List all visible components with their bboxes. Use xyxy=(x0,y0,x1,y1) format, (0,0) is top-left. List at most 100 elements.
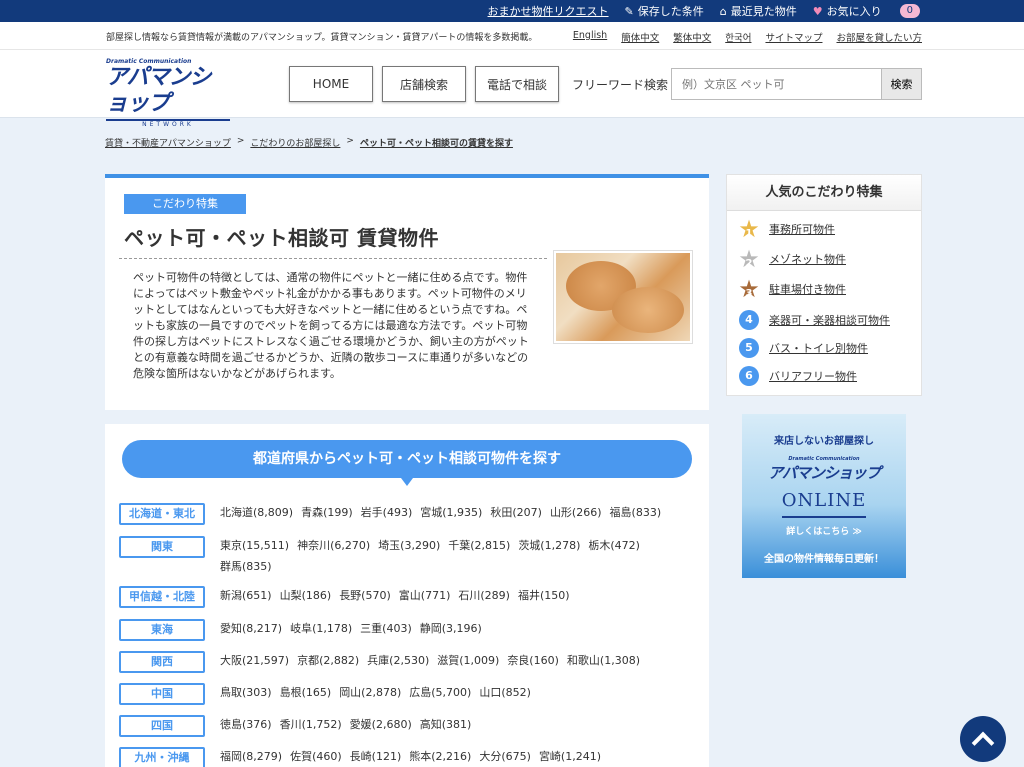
language-links: English 簡体中文 繁体中文 한국어 サイトマップ お部屋を貸したい方 xyxy=(573,30,922,44)
prefecture-link[interactable]: 岡山(2,878) xyxy=(339,682,401,703)
search-button[interactable]: 検索 xyxy=(881,69,921,99)
region-button-kanto[interactable]: 関東 xyxy=(119,536,205,558)
prefecture-link[interactable]: 滋賀(1,009) xyxy=(437,650,499,671)
prefecture-link[interactable]: 栃木(472) xyxy=(588,535,640,556)
rank-circle-icon: 5 xyxy=(737,336,761,360)
prefecture-link[interactable]: 熊本(2,216) xyxy=(409,746,471,767)
logo-tagline: Dramatic Communication xyxy=(106,58,192,65)
breadcrumb-separator-icon: > xyxy=(236,136,245,146)
rank-link-parking[interactable]: 駐車場付き物件 xyxy=(769,281,846,297)
prefecture-link[interactable]: 京都(2,882) xyxy=(297,650,359,671)
prefecture-link[interactable]: 広島(5,700) xyxy=(409,682,471,703)
home-icon: ⌂ xyxy=(719,4,727,18)
prefecture-link[interactable]: 長崎(121) xyxy=(350,746,402,767)
prefecture-link[interactable]: 岐阜(1,178) xyxy=(290,618,352,639)
prefecture-link[interactable]: 山口(852) xyxy=(479,682,531,703)
logo-network: NETWORK xyxy=(142,121,194,128)
saved-conditions-link[interactable]: ✎ 保存した条件 xyxy=(625,3,704,19)
prefecture-link[interactable]: 徳島(376) xyxy=(220,714,272,735)
breadcrumb-kodawari[interactable]: こだわりのお部屋探し xyxy=(250,136,340,149)
prefecture-link[interactable]: 島根(165) xyxy=(280,682,332,703)
freeword-search: 検索 xyxy=(671,68,922,100)
prefecture-link[interactable]: 石川(289) xyxy=(458,585,510,606)
prefecture-link[interactable]: 山梨(186) xyxy=(280,585,332,606)
sitemap-link[interactable]: サイトマップ xyxy=(765,30,822,44)
logo-wordmark: アパマンショップ xyxy=(106,65,212,116)
favorites-count-badge: 0 xyxy=(899,4,920,18)
prefecture-link[interactable]: 福島(833) xyxy=(610,502,662,523)
prefecture-link[interactable]: 大分(675) xyxy=(479,746,531,767)
prefecture-link[interactable]: 東京(15,511) xyxy=(220,535,289,556)
prefecture-link[interactable]: 長野(570) xyxy=(339,585,391,606)
prefecture-link[interactable]: 新潟(651) xyxy=(220,585,272,606)
prefecture-link[interactable]: 福井(150) xyxy=(518,585,570,606)
lang-korean-link[interactable]: 한국어 xyxy=(725,30,751,44)
rank-link-separate-bath[interactable]: バス・トイレ別物件 xyxy=(769,340,868,356)
prefecture-link[interactable]: 宮城(1,935) xyxy=(420,502,482,523)
rank-item: 5 バス・トイレ別物件 xyxy=(737,336,868,360)
breadcrumb-home[interactable]: 賃貸・不動産アパマンショップ xyxy=(105,136,231,149)
banner-detail-link: 詳しくはこちら ≫ xyxy=(786,527,862,537)
prefecture-link[interactable]: 富山(771) xyxy=(399,585,451,606)
rank-link-instrument[interactable]: 楽器可・楽器相談可物件 xyxy=(769,312,890,328)
prefecture-link[interactable]: 青森(199) xyxy=(301,502,353,523)
request-link[interactable]: おまかせ物件リクエスト xyxy=(488,3,609,19)
online-banner[interactable]: 来店しないお部屋探し Dramatic Communication アパマンショ… xyxy=(742,414,906,578)
region-row: 甲信越・北陸 新潟(651) 山梨(186) 長野(570) 富山(771) 石川(28… xyxy=(119,586,690,608)
prefecture-link[interactable]: 山形(266) xyxy=(550,502,602,523)
prefecture-link[interactable]: 香川(1,752) xyxy=(280,714,342,735)
region-button-koshinetsu-hokuriku[interactable]: 甲信越・北陸 xyxy=(119,586,205,608)
prefecture-link[interactable]: 大阪(21,597) xyxy=(220,650,289,671)
prefecture-link[interactable]: 茨城(1,278) xyxy=(518,535,580,556)
recent-link[interactable]: ⌂ 最近見た物件 xyxy=(720,3,797,19)
prefecture-link[interactable]: 群馬(835) xyxy=(220,556,272,577)
nav-home-button[interactable]: HOME xyxy=(289,66,373,102)
rank-link-barrier-free[interactable]: バリアフリー物件 xyxy=(769,368,857,384)
prefecture-link[interactable]: 福岡(8,279) xyxy=(220,746,282,767)
prefecture-link[interactable]: 鳥取(303) xyxy=(220,682,272,703)
prefecture-link[interactable]: 秋田(207) xyxy=(490,502,542,523)
region-row: 北海道・東北 北海道(8,809) 青森(199) 岩手(493) 宮城(1,935)… xyxy=(119,503,690,525)
prefecture-link[interactable]: 北海道(8,809) xyxy=(220,502,293,523)
rank-number: 2 xyxy=(745,258,753,269)
region-row: 関東 東京(15,511) 神奈川(6,270) 埼玉(3,290) 千葉(2,815… xyxy=(119,536,690,577)
rank-link-maisonette[interactable]: メゾネット物件 xyxy=(769,251,846,267)
prefecture-search-card: 都道府県からペット可・ペット相談可物件を探す 北海道・東北 北海道(8,809)… xyxy=(105,424,709,767)
favorites-link[interactable]: ♥ お気に入り 0 xyxy=(813,3,920,19)
landlord-link[interactable]: お部屋を貸したい方 xyxy=(836,30,922,44)
rank-link-office[interactable]: 事務所可物件 xyxy=(769,221,835,237)
nav-store-search-button[interactable]: 店舗検索 xyxy=(382,66,466,102)
prefecture-link[interactable]: 三重(403) xyxy=(360,618,412,639)
region-button-hokkaido-tohoku[interactable]: 北海道・東北 xyxy=(119,503,205,525)
apamanshop-logo[interactable]: Dramatic Communication アパマンショップ NETWORK xyxy=(106,58,230,128)
request-link-label: おまかせ物件リクエスト xyxy=(487,5,609,18)
prefecture-link[interactable]: 愛媛(2,680) xyxy=(350,714,412,735)
region-button-kansai[interactable]: 関西 xyxy=(119,651,205,673)
region-button-kyushu-okinawa[interactable]: 九州・沖縄 xyxy=(119,747,205,767)
prefecture-link[interactable]: 埼玉(3,290) xyxy=(378,535,440,556)
lang-english-link[interactable]: English xyxy=(573,30,607,44)
back-to-top-button[interactable] xyxy=(960,716,1006,762)
prefecture-link[interactable]: 高知(381) xyxy=(420,714,472,735)
prefecture-link[interactable]: 千葉(2,815) xyxy=(448,535,510,556)
search-input[interactable] xyxy=(672,69,881,99)
prefecture-link[interactable]: 静岡(3,196) xyxy=(420,618,482,639)
page-title: ペット可・ペット相談可 賃貸物件 xyxy=(124,226,439,250)
lang-simplified-chinese-link[interactable]: 簡体中文 xyxy=(621,30,659,44)
prefecture-link[interactable]: 神奈川(6,270) xyxy=(297,535,370,556)
prefecture-link[interactable]: 奈良(160) xyxy=(507,650,559,671)
prefecture-link[interactable]: 宮崎(1,241) xyxy=(539,746,601,767)
tagline-row: 部屋探し情報なら賃貸情報が満載のアパマンショップ。賃貸マンション・賃貸アパートの… xyxy=(0,22,1024,50)
rank-number: 5 xyxy=(739,338,759,358)
lang-traditional-chinese-link[interactable]: 繁体中文 xyxy=(673,30,711,44)
region-button-chugoku[interactable]: 中国 xyxy=(119,683,205,705)
region-button-tokai[interactable]: 東海 xyxy=(119,619,205,641)
region-button-shikoku[interactable]: 四国 xyxy=(119,715,205,737)
prefecture-link[interactable]: 兵庫(2,530) xyxy=(367,650,429,671)
nav-phone-consult-button[interactable]: 電話で相談 xyxy=(475,66,559,102)
prefecture-link[interactable]: 佐賀(460) xyxy=(290,746,342,767)
prefecture-link[interactable]: 岩手(493) xyxy=(361,502,413,523)
prefecture-link[interactable]: 愛知(8,217) xyxy=(220,618,282,639)
sidebar-heading: 人気のこだわり特集 xyxy=(727,175,921,211)
prefecture-link[interactable]: 和歌山(1,308) xyxy=(567,650,640,671)
